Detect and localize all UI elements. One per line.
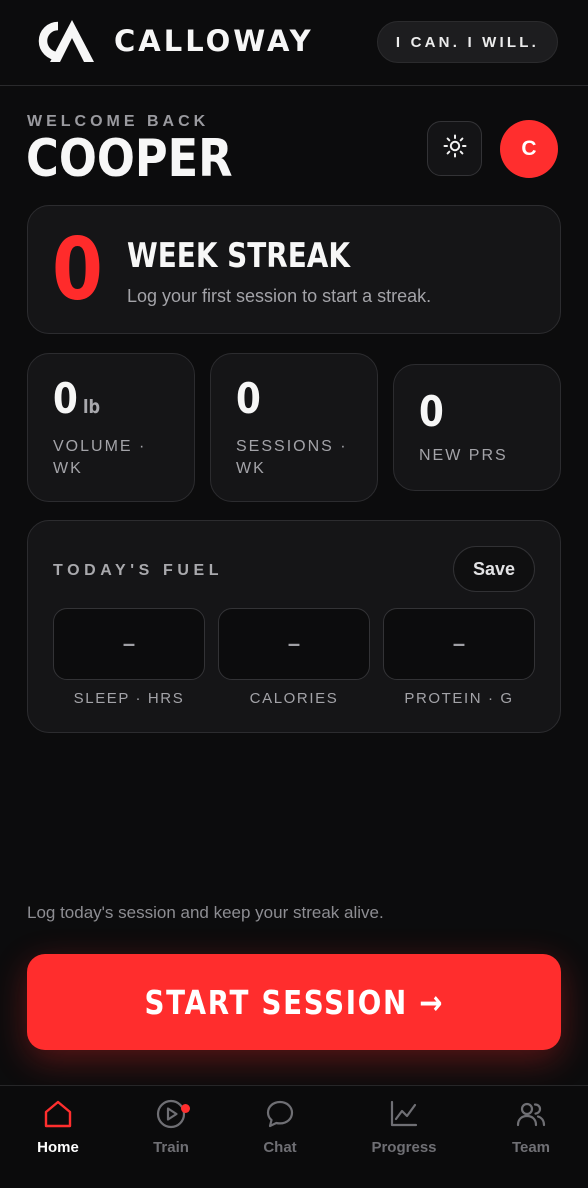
start-session-button[interactable]: START SESSION → [27, 954, 561, 1050]
nav-item-progress[interactable]: Progress [349, 1096, 459, 1166]
stat-label: VOLUME · WK [53, 438, 147, 477]
streak-count: 0 [52, 220, 103, 320]
stat-value: 0 [419, 387, 444, 436]
protein-label: PROTEIN · G [404, 690, 514, 707]
motto-badge: I CAN. I WILL. [376, 21, 558, 63]
stat-value: 0 [236, 374, 261, 423]
nav-label: Team [511, 1139, 551, 1156]
session-hint: Log today's session and keep your streak… [27, 903, 384, 922]
nav-item-train[interactable]: Train [116, 1096, 226, 1166]
sleep-label: SLEEP · HRS [73, 690, 185, 707]
stat-card-new-prs: 0 NEW PRS [393, 364, 561, 491]
start-session-label: START SESSION → [144, 982, 444, 1022]
play-circle-icon [155, 1098, 190, 1130]
stat-card-volume: 0 lb VOLUME · WK [27, 353, 195, 502]
brand-name: CALLOWAY [114, 24, 314, 58]
notification-dot [181, 1104, 190, 1113]
stat-label: SESSIONS · WK [236, 438, 348, 477]
theme-toggle-button[interactable] [427, 121, 482, 176]
stat-value: 0 [53, 374, 78, 423]
protein-input[interactable]: – [383, 608, 535, 680]
chat-bubble-icon [264, 1098, 296, 1130]
ca-monogram-logo [28, 18, 98, 64]
fuel-save-button[interactable]: Save [453, 546, 535, 592]
nav-label: Home [37, 1139, 79, 1156]
nav-item-home[interactable]: Home [3, 1096, 113, 1166]
trend-line-icon [388, 1098, 420, 1130]
bottom-nav: Home Train Chat Progress Team [0, 1085, 588, 1188]
avatar[interactable]: C [500, 120, 558, 178]
sleep-input[interactable]: – [53, 608, 205, 680]
home-icon [42, 1098, 74, 1130]
nav-label: Chat [263, 1139, 297, 1156]
sun-icon [443, 134, 467, 163]
home-screen: CALLOWAY I CAN. I WILL. WELCOME BACK COO… [0, 0, 588, 1188]
stat-unit: lb [82, 396, 101, 418]
user-name: COOPER [26, 129, 233, 189]
nav-label: Progress [371, 1139, 437, 1156]
calories-label: CALORIES [249, 690, 339, 707]
brand[interactable]: CALLOWAY [28, 18, 314, 64]
top-bar: CALLOWAY I CAN. I WILL. [0, 0, 588, 86]
streak-title: WEEK STREAK [127, 236, 350, 276]
nav-item-team[interactable]: Team [476, 1096, 586, 1166]
calories-input[interactable]: – [218, 608, 370, 680]
fuel-card: TODAY'S FUEL Save – – – SLEEP · HRS CALO… [27, 520, 561, 733]
nav-item-chat[interactable]: Chat [225, 1096, 335, 1166]
stat-label: NEW PRS [419, 447, 508, 464]
streak-subtitle: Log your first session to start a streak… [127, 286, 432, 306]
fuel-title: TODAY'S FUEL [53, 562, 224, 579]
streak-card: 0 WEEK STREAK Log your first session to … [27, 205, 561, 334]
stat-card-sessions: 0 SESSIONS · WK [210, 353, 378, 502]
users-icon [515, 1098, 547, 1130]
nav-label: Train [153, 1139, 189, 1156]
